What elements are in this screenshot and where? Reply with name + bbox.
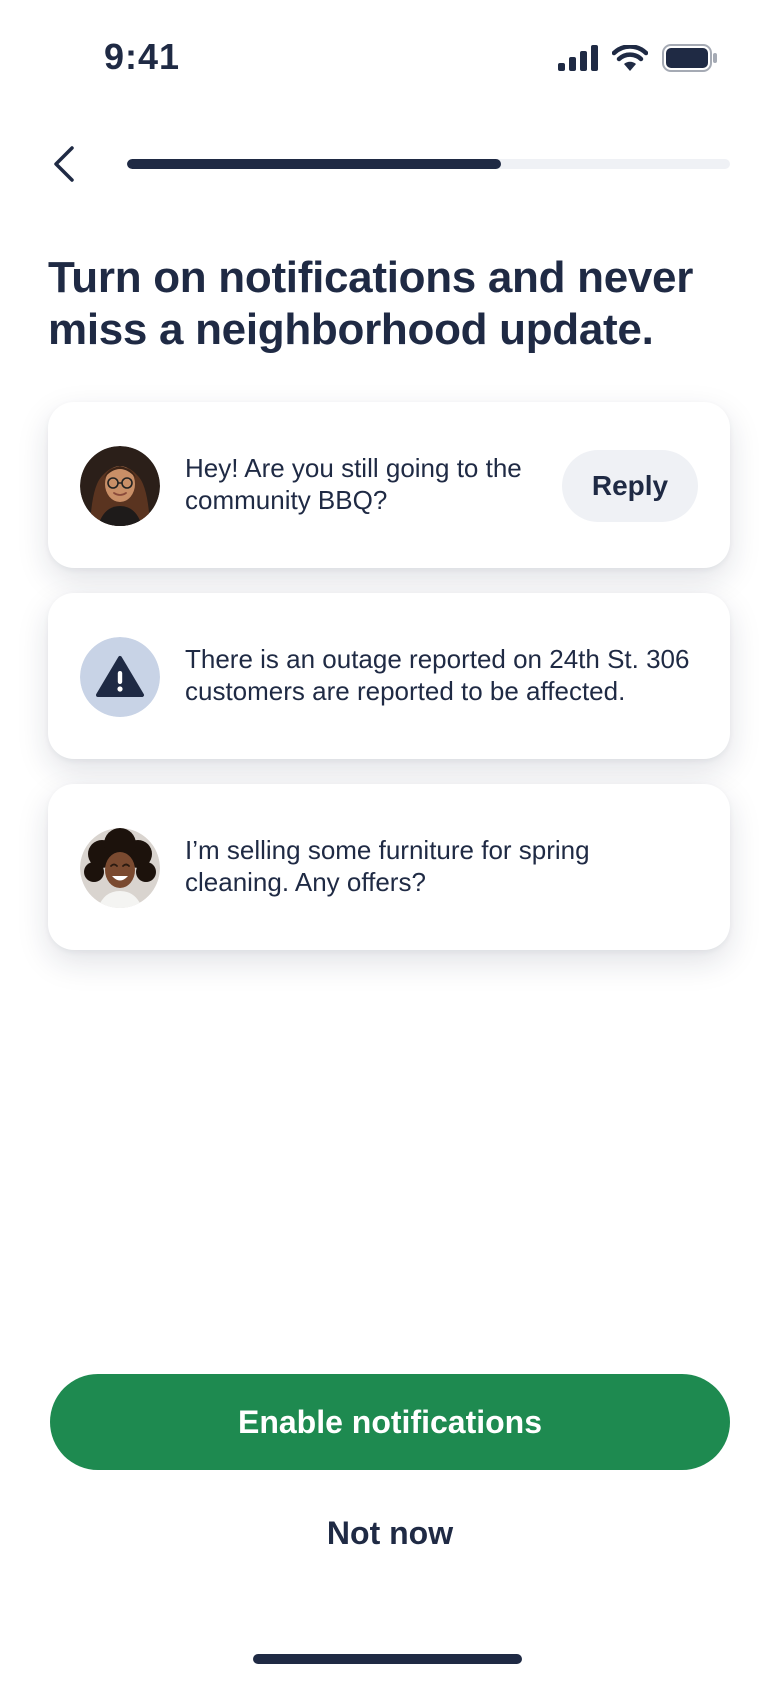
woman-with-glasses-avatar xyxy=(80,446,160,526)
notification-text: Hey! Are you still going to the communit… xyxy=(185,453,522,515)
notification-text: There is an outage reported on 24th St. … xyxy=(185,644,690,706)
notification-card[interactable]: Hey! Are you still going to the communit… xyxy=(48,402,730,568)
cellular-signal-icon xyxy=(558,45,598,71)
status-bar: 9:41 xyxy=(0,0,780,120)
reply-button[interactable]: Reply xyxy=(562,450,698,522)
wifi-icon xyxy=(612,45,648,71)
not-now-button[interactable]: Not now xyxy=(290,1508,490,1558)
page-title: Turn on notifications and never miss a n… xyxy=(48,253,694,354)
smiling-woman-avatar xyxy=(80,828,160,908)
status-time: 9:41 xyxy=(104,36,181,77)
status-icons xyxy=(558,44,718,72)
notification-card[interactable]: I’m selling some furniture for spring cl… xyxy=(48,784,730,950)
onboarding-progress-row xyxy=(0,130,780,198)
notification-card[interactable]: There is an outage reported on 24th St. … xyxy=(48,593,730,759)
back-button[interactable] xyxy=(40,140,88,188)
enable-notifications-button[interactable]: Enable notifications xyxy=(50,1374,730,1470)
progress-track xyxy=(127,159,730,169)
chevron-left-icon xyxy=(54,146,74,182)
battery-icon xyxy=(662,44,717,72)
notification-text: I’m selling some furniture for spring cl… xyxy=(185,835,590,897)
progress-fill xyxy=(127,159,501,169)
alert-avatar xyxy=(80,637,160,717)
home-indicator xyxy=(253,1654,522,1664)
